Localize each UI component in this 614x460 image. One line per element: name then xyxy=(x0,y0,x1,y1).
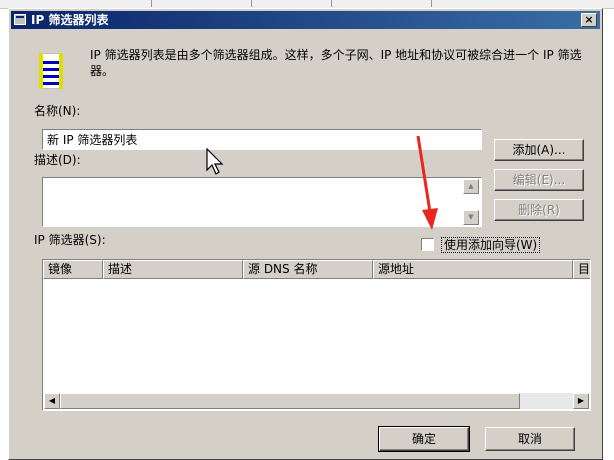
name-label: 名称(N): xyxy=(34,104,81,118)
dialog-description: IP 筛选器列表是由多个筛选器组成。这样，多个子网、IP 地址和协议可被综合进一… xyxy=(90,48,582,78)
column-header-destination[interactable]: 目 xyxy=(573,260,590,279)
title-bar[interactable]: IP 筛选器列表 × xyxy=(11,11,600,29)
table-horizontal-scrollbar[interactable]: ◀ ▶ xyxy=(44,393,589,409)
ok-button[interactable]: 确定 xyxy=(378,426,470,452)
cancel-button[interactable]: 取消 xyxy=(485,427,575,451)
background-tab-divider xyxy=(150,0,152,7)
background-tab-divider xyxy=(330,0,332,7)
mouse-cursor-icon xyxy=(206,148,224,175)
background-tab-divider xyxy=(250,0,252,7)
scroll-up-icon[interactable]: ▲ xyxy=(463,179,479,194)
ip-filter-list-dialog: IP 筛选器列表 × IP 筛选器列表是由多个筛选器组成。这样，多个子网、IP … xyxy=(8,8,603,460)
edit-button[interactable]: 编辑(E)... xyxy=(494,169,584,191)
description-label: 描述(D): xyxy=(34,153,81,167)
ip-filter-table[interactable]: 镜像 描述 源 DNS 名称 源地址 目 xyxy=(42,259,591,411)
dialog-title: IP 筛选器列表 xyxy=(31,13,109,27)
add-button[interactable]: 添加(A)... xyxy=(494,139,584,161)
filter-list-icon xyxy=(39,53,63,89)
window-icon xyxy=(14,14,26,25)
background-tab-divider xyxy=(430,0,432,7)
column-header-source-dns[interactable]: 源 DNS 名称 xyxy=(243,260,373,279)
scrollbar-thumb[interactable] xyxy=(60,393,520,409)
annotation-arrow-icon xyxy=(416,135,438,230)
close-button[interactable]: × xyxy=(581,13,597,27)
scroll-right-icon[interactable]: ▶ xyxy=(573,393,589,409)
column-header-source-address[interactable]: 源地址 xyxy=(373,260,573,279)
scroll-left-icon[interactable]: ◀ xyxy=(44,393,60,409)
column-header-description[interactable]: 描述 xyxy=(103,260,243,279)
remove-button[interactable]: 删除(R) xyxy=(494,199,584,221)
description-scrollbar[interactable]: ▲ ▼ xyxy=(463,179,479,225)
use-wizard-checkbox[interactable] xyxy=(421,238,434,251)
ip-filters-label: IP 筛选器(S): xyxy=(34,233,106,247)
scroll-down-icon[interactable]: ▼ xyxy=(463,210,479,225)
use-wizard-label[interactable]: 使用添加向导(W) xyxy=(441,237,541,253)
column-header-mirror[interactable]: 镜像 xyxy=(43,260,103,279)
